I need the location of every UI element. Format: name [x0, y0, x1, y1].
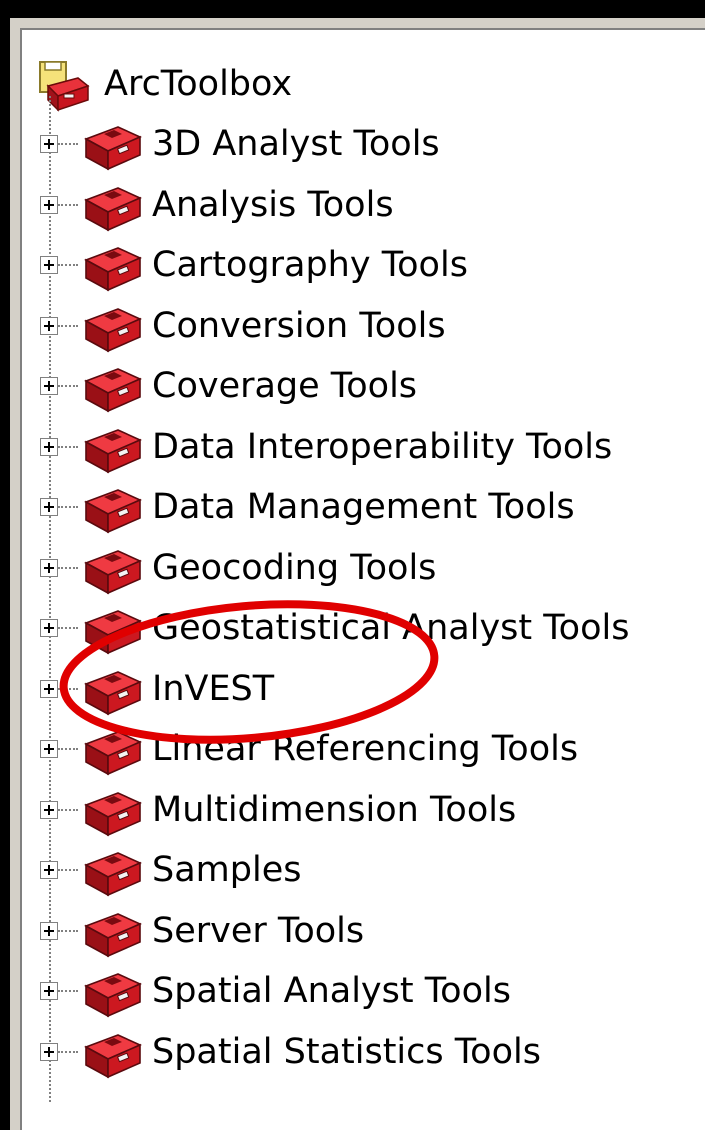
tree-branch-line — [58, 143, 78, 145]
toolbox-icon — [84, 186, 142, 231]
expand-plus-icon[interactable] — [40, 861, 58, 879]
toolbox-icon — [84, 731, 142, 776]
expand-plus-icon[interactable] — [40, 558, 58, 577]
tree-item-label: Conversion Tools — [152, 305, 446, 346]
arctoolbox-icon — [39, 61, 90, 112]
tree-item-label: Cartography Tools — [152, 245, 468, 285]
toolbox-icon — [84, 852, 142, 897]
tree-branch-line — [58, 566, 78, 569]
tree-branch-line — [58, 748, 78, 750]
expand-plus-icon[interactable] — [40, 256, 58, 274]
expand-plus-icon[interactable] — [40, 679, 58, 698]
tree-item[interactable]: Spatial Statistics Tools — [40, 1024, 541, 1080]
toolbox-icon — [84, 1033, 142, 1078]
tree-item-label: Coverage Tools — [152, 366, 418, 406]
toolbox-icon — [84, 549, 142, 594]
toolbox-icon — [84, 912, 142, 957]
tree-branch-line — [58, 687, 78, 690]
toolbox-icon — [84, 126, 142, 171]
tree-item[interactable]: Linear Referencing Tools — [40, 721, 578, 777]
tree-branch-line — [58, 1050, 78, 1053]
tree-root[interactable]: ArcToolbox — [34, 56, 292, 112]
tree-branch-line — [58, 385, 78, 387]
tree-item-label: InVEST — [152, 668, 275, 709]
expand-plus-icon[interactable] — [40, 619, 58, 637]
tree-item[interactable]: 3D Analyst Tools — [40, 116, 440, 172]
toolbox-icon — [84, 973, 142, 1018]
tree-branch-line — [58, 203, 78, 206]
toolbox-icon — [84, 489, 142, 534]
tree-branch-line — [58, 929, 78, 932]
tree-item[interactable]: Samples — [40, 842, 301, 898]
tree-item-label: Linear Referencing Tools — [152, 729, 579, 769]
toolbox-icon — [84, 307, 142, 352]
toolbox-icon — [84, 791, 142, 836]
tree-item-label: Server Tools — [152, 910, 365, 951]
tree-item[interactable]: Multidimension Tools — [40, 782, 516, 838]
tree-item-label: Spatial Statistics Tools — [152, 1031, 541, 1072]
expand-plus-icon[interactable] — [40, 316, 58, 335]
tree-item-label: Geocoding Tools — [152, 547, 437, 588]
tree-item[interactable]: Data Management Tools — [40, 479, 575, 535]
tree-item[interactable]: Server Tools — [40, 903, 364, 959]
expand-plus-icon[interactable] — [40, 437, 58, 456]
expand-plus-icon[interactable] — [40, 982, 58, 1000]
toolbox-icon — [84, 610, 142, 655]
tree-item-label: Geostatistical Analyst Tools — [152, 608, 630, 648]
tree-branch-line — [58, 264, 78, 266]
tree-branch-line — [58, 990, 78, 992]
tree-item[interactable]: Conversion Tools — [40, 298, 446, 354]
expand-plus-icon[interactable] — [40, 377, 58, 395]
tree-item-label: Samples — [152, 850, 302, 890]
toolbox-icon — [84, 368, 142, 413]
window-background: ArcToolbox 3D Analyst Tools Analysis Too… — [0, 0, 705, 1130]
tree-item[interactable]: Spatial Analyst Tools — [40, 963, 511, 1019]
expand-plus-icon[interactable] — [40, 135, 58, 153]
arctoolbox-tree[interactable]: ArcToolbox 3D Analyst Tools Analysis Too… — [20, 28, 705, 1130]
tree-root-label: ArcToolbox — [104, 64, 293, 104]
tree-item-label: Data Interoperability Tools — [152, 426, 613, 467]
tree-item-label: 3D Analyst Tools — [152, 124, 440, 164]
expand-plus-icon[interactable] — [40, 740, 58, 758]
tree-branch-line — [58, 627, 78, 629]
expand-plus-icon[interactable] — [40, 1042, 58, 1061]
tree-item[interactable]: Analysis Tools — [40, 177, 394, 233]
toolbox-icon — [84, 247, 142, 292]
tree-item[interactable]: Data Interoperability Tools — [40, 419, 612, 475]
tree-branch-line — [58, 869, 78, 871]
expand-plus-icon[interactable] — [40, 498, 58, 516]
tree-branch-line — [58, 808, 78, 811]
expand-plus-icon[interactable] — [40, 800, 58, 819]
tree-branch-line — [58, 324, 78, 327]
tree-item-label: Spatial Analyst Tools — [152, 971, 511, 1011]
toolbox-icon — [84, 428, 142, 473]
toolbox-icon — [84, 670, 142, 715]
tree-item[interactable]: Geocoding Tools — [40, 540, 436, 596]
expand-plus-icon[interactable] — [40, 921, 58, 940]
tree-item-label: Analysis Tools — [152, 184, 394, 225]
expand-plus-icon[interactable] — [40, 195, 58, 214]
tree-item-label: Data Management Tools — [152, 487, 575, 527]
tree-item[interactable]: InVEST — [40, 661, 274, 717]
tree-item[interactable]: Coverage Tools — [40, 358, 417, 414]
tree-item-label: Multidimension Tools — [152, 789, 517, 830]
tree-branch-line — [58, 445, 78, 448]
tree-item[interactable]: Geostatistical Analyst Tools — [40, 600, 629, 656]
tree-branch-line — [58, 506, 78, 508]
tree-item[interactable]: Cartography Tools — [40, 237, 468, 293]
